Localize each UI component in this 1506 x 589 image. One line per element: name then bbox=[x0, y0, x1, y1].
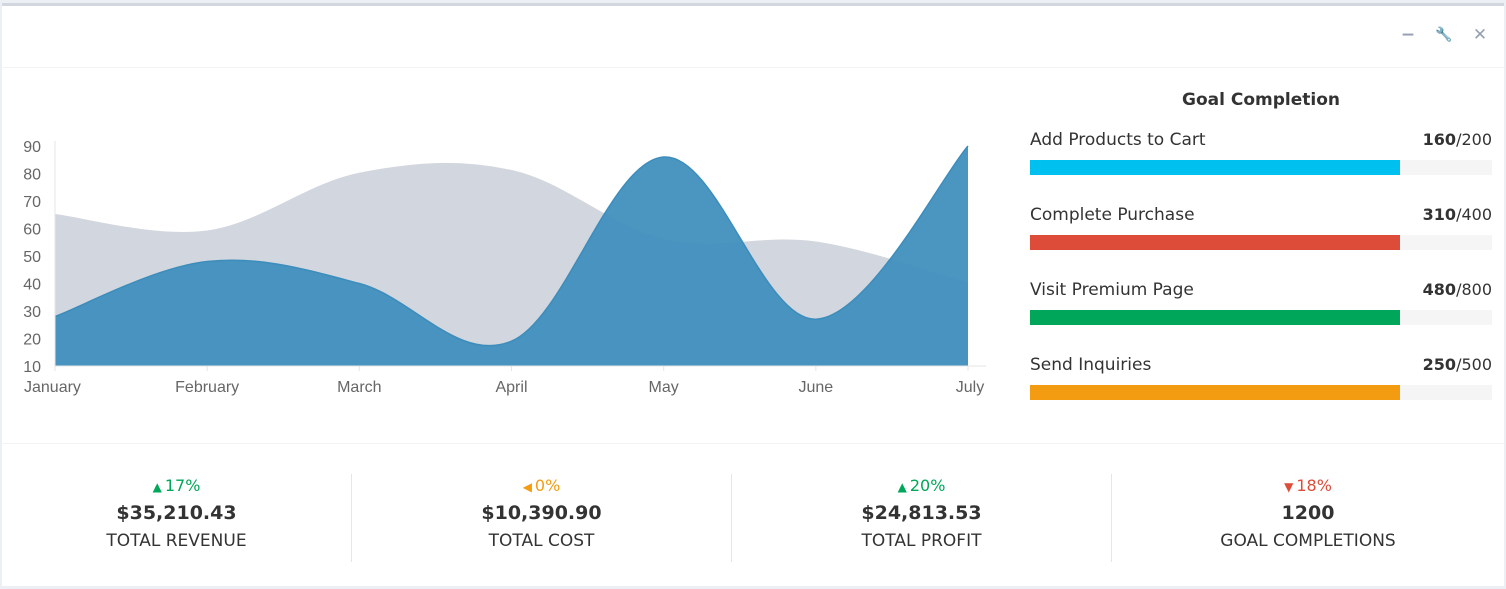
minus-icon[interactable]: − bbox=[1398, 24, 1418, 46]
stat-amount: 1200 bbox=[1281, 502, 1335, 524]
stat-amount: $24,813.53 bbox=[861, 502, 982, 524]
stat-total-cost: ◀ 0% $10,390.90 TOTAL COST bbox=[352, 474, 732, 562]
stat-label: TOTAL COST bbox=[488, 531, 595, 551]
stat-label: TOTAL PROFIT bbox=[861, 531, 982, 551]
progress-fill bbox=[1030, 235, 1400, 250]
stat-amount: $10,390.90 bbox=[481, 502, 602, 524]
y-tick-label: 50 bbox=[23, 249, 41, 266]
x-tick-label: March bbox=[337, 379, 381, 396]
x-tick-label: April bbox=[495, 379, 527, 396]
progress-bar bbox=[1030, 310, 1492, 325]
goal-label: Complete Purchase bbox=[1030, 205, 1195, 225]
x-tick-label: May bbox=[649, 379, 679, 396]
goal-label: Add Products to Cart bbox=[1030, 130, 1206, 150]
progress-bar bbox=[1030, 235, 1492, 250]
x-tick-label: February bbox=[175, 379, 239, 396]
caret-left-icon: ◀ bbox=[522, 480, 532, 494]
stat-label: GOAL COMPLETIONS bbox=[1220, 531, 1396, 551]
y-tick-label: 40 bbox=[23, 277, 41, 294]
y-tick-label: 80 bbox=[23, 167, 41, 184]
caret-down-icon: ▼ bbox=[1284, 480, 1294, 494]
goal-count: 250/500 bbox=[1422, 355, 1492, 374]
progress-fill bbox=[1030, 310, 1400, 325]
x-tick-label: January bbox=[24, 379, 81, 396]
progress-fill bbox=[1030, 385, 1400, 400]
stat-percentage: ◀ 0% bbox=[522, 476, 561, 495]
goal-count: 480/800 bbox=[1422, 280, 1492, 299]
x-tick-label: July bbox=[956, 379, 984, 396]
sales-area-chart: 10 20 30 40 50 60 70 80 90 January February March Ap… bbox=[23, 139, 986, 396]
stat-label: TOTAL REVENUE bbox=[106, 531, 247, 551]
goal-count: 160/200 bbox=[1422, 130, 1492, 149]
goal-label: Visit Premium Page bbox=[1030, 280, 1194, 300]
y-tick-label: 60 bbox=[23, 222, 41, 239]
stat-total-revenue: ▲ 17% $35,210.43 TOTAL REVENUE bbox=[2, 474, 352, 562]
progress-fill bbox=[1030, 160, 1400, 175]
stats-footer: ▲ 17% $35,210.43 TOTAL REVENUE ◀ 0% $10,39… bbox=[2, 443, 1504, 589]
x-tick-label: June bbox=[798, 379, 833, 396]
sales-chart-container: 10 20 30 40 50 60 70 80 90 January February March Ap… bbox=[2, 68, 1002, 443]
goal-completion-panel: Goal Completion Add Products to Cart 160… bbox=[1030, 68, 1492, 430]
goal-item: Complete Purchase 310/400 bbox=[1030, 205, 1492, 280]
stat-total-profit: ▲ 20% $24,813.53 TOTAL PROFIT bbox=[732, 474, 1112, 562]
stat-amount: $35,210.43 bbox=[116, 502, 237, 524]
y-tick-label: 70 bbox=[23, 194, 41, 211]
progress-bar bbox=[1030, 160, 1492, 175]
goal-item: Add Products to Cart 160/200 bbox=[1030, 130, 1492, 205]
goal-item: Visit Premium Page 480/800 bbox=[1030, 280, 1492, 355]
goal-count: 310/400 bbox=[1422, 205, 1492, 224]
stat-percentage: ▲ 17% bbox=[152, 476, 201, 495]
goal-label: Send Inquiries bbox=[1030, 355, 1152, 375]
y-tick-label: 10 bbox=[23, 359, 41, 376]
close-icon[interactable]: ✕ bbox=[1470, 24, 1490, 46]
y-tick-label: 20 bbox=[23, 332, 41, 349]
progress-bar bbox=[1030, 385, 1492, 400]
box-tools: − 🔧 ✕ bbox=[1398, 24, 1490, 46]
caret-up-icon: ▲ bbox=[897, 480, 907, 494]
wrench-icon[interactable]: 🔧 bbox=[1434, 24, 1454, 46]
sales-recap-box: − 🔧 ✕ 10 20 30 40 50 60 70 80 90 January February M… bbox=[2, 3, 1504, 586]
stat-goal-completions: ▼ 18% 1200 GOAL COMPLETIONS bbox=[1112, 474, 1504, 562]
box-header: − 🔧 ✕ bbox=[2, 6, 1504, 68]
stat-percentage: ▼ 18% bbox=[1284, 476, 1332, 495]
caret-up-icon: ▲ bbox=[152, 480, 162, 494]
goal-item: Send Inquiries 250/500 bbox=[1030, 355, 1492, 430]
y-tick-label: 90 bbox=[23, 139, 41, 156]
stat-percentage: ▲ 20% bbox=[897, 476, 946, 495]
y-tick-label: 30 bbox=[23, 304, 41, 321]
goals-title: Goal Completion bbox=[1182, 90, 1340, 110]
